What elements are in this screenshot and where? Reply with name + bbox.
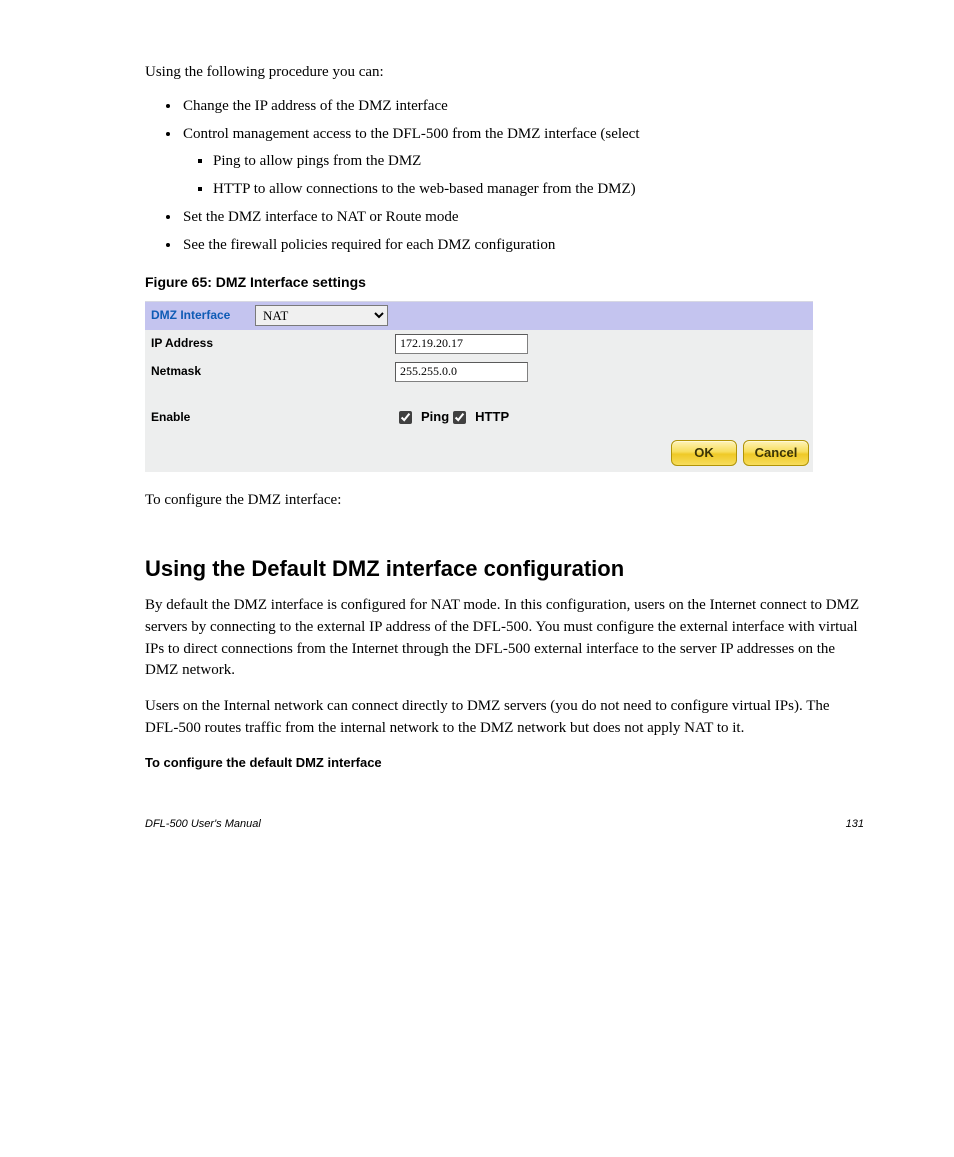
bullet-list: Change the IP address of the DMZ interfa…: [145, 96, 864, 257]
ping-checkbox[interactable]: [399, 411, 412, 424]
figure-caption: Figure 65: DMZ Interface settings: [145, 272, 864, 292]
ip-address-label: IP Address: [151, 335, 255, 352]
http-label: HTTP: [475, 408, 509, 427]
http-checkbox[interactable]: [453, 411, 466, 424]
ping-checkbox-group: Ping: [395, 408, 449, 427]
ok-button[interactable]: OK: [671, 440, 737, 466]
bullet-item: Set the DMZ interface to NAT or Route mo…: [181, 207, 864, 229]
section-heading: Using the Default DMZ interface configur…: [145, 553, 864, 585]
after-figure-text: To configure the DMZ interface:: [145, 490, 864, 512]
http-checkbox-group: HTTP: [449, 408, 509, 427]
footer-left: DFL-500 User's Manual: [145, 817, 261, 833]
spacer-row: [145, 386, 813, 404]
footer-page-number: 131: [846, 817, 864, 833]
bullet-item-text: Control management access to the DFL-500…: [183, 126, 640, 142]
page-footer: DFL-500 User's Manual 131: [145, 817, 864, 833]
inner-bullet-item: Ping to allow pings from the DMZ: [213, 151, 864, 173]
bullet-item: Control management access to the DFL-500…: [181, 124, 864, 201]
paragraph: By default the DMZ interface is configur…: [145, 595, 864, 682]
inner-bullet-item: HTTP to allow connections to the web-bas…: [213, 179, 864, 201]
netmask-label: Netmask: [151, 363, 255, 380]
paragraph: Users on the Internal network can connec…: [145, 696, 864, 740]
bullet-item: Change the IP address of the DMZ interfa…: [181, 96, 864, 118]
ip-address-row: IP Address: [145, 330, 813, 358]
intro-text: Using the following procedure you can:: [145, 62, 864, 84]
cancel-button[interactable]: Cancel: [743, 440, 809, 466]
steps-heading: To configure the default DMZ interface: [145, 754, 864, 773]
dmz-interface-label: DMZ Interface: [151, 307, 255, 324]
netmask-input[interactable]: [395, 362, 528, 382]
enable-row: Enable Ping HTTP: [145, 404, 813, 432]
ping-label: Ping: [421, 408, 449, 427]
button-row: OK Cancel: [145, 432, 813, 472]
dmz-settings-panel: DMZ Interface NAT IP Address Netmask Ena…: [145, 301, 813, 472]
inner-bullet-list: Ping to allow pings from the DMZ HTTP to…: [183, 151, 864, 201]
ip-address-input[interactable]: [395, 334, 528, 354]
netmask-row: Netmask: [145, 358, 813, 386]
bullet-item: See the firewall policies required for e…: [181, 235, 864, 257]
enable-label: Enable: [151, 409, 395, 426]
mode-select[interactable]: NAT: [255, 305, 388, 326]
panel-header-row: DMZ Interface NAT: [145, 302, 813, 330]
